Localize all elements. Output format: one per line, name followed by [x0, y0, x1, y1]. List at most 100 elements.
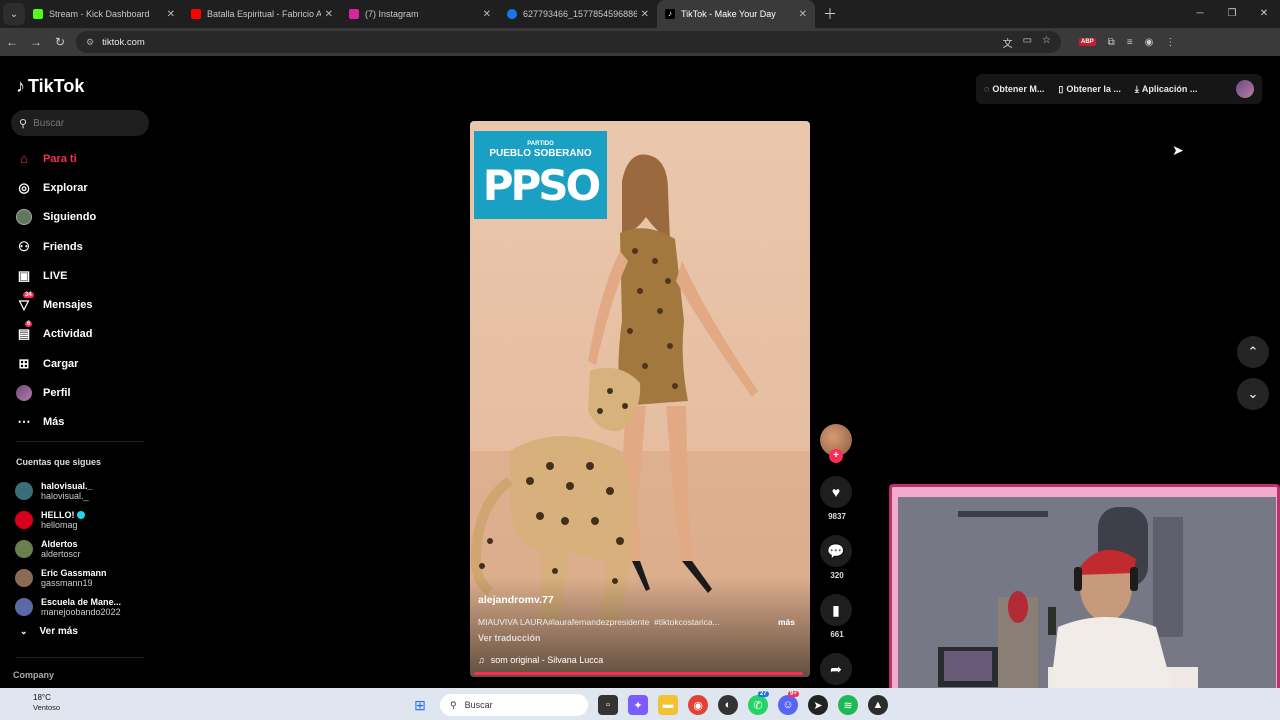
sidebar-item-friends[interactable]: ⚇ Friends	[16, 232, 156, 261]
obs-icon[interactable]: ◐	[718, 695, 738, 715]
close-tab-icon[interactable]: ✕	[799, 9, 807, 20]
following-account[interactable]: Escuela de Mane... manejoobando2022	[15, 593, 155, 622]
tab-title: (7) Instagram	[365, 9, 419, 19]
avatar	[15, 510, 33, 529]
task-view-icon[interactable]: ▫	[598, 695, 618, 715]
tiktok-note-icon: ♪	[16, 76, 25, 96]
close-window-icon[interactable]: ✕	[1248, 0, 1280, 28]
spotify-icon[interactable]: ≋	[838, 695, 858, 715]
sidebar-item-mas[interactable]: ⋯ Más	[16, 408, 156, 437]
bookmark-icon[interactable]: ▮	[820, 594, 852, 626]
creator-avatar[interactable]: +	[820, 424, 852, 463]
browser-tab[interactable]: (7) Instagram ✕	[341, 0, 499, 28]
discord-icon[interactable]: ☺ 9+	[778, 691, 799, 715]
sidebar-item-cargar[interactable]: ⊞ Cargar	[16, 349, 156, 378]
video-player[interactable]: PARTIDO PUEBLO SOBERANO PPSO alejandromv…	[470, 121, 810, 677]
mouse-cursor-icon: ➤	[1172, 142, 1184, 158]
next-video-button[interactable]: ⌄	[1237, 378, 1269, 410]
party-logo: PARTIDO PUEBLO SOBERANO PPSO	[474, 131, 607, 219]
sidebar-item-actividad[interactable]: ▤ 6 Actividad	[16, 320, 156, 349]
discord-badge: 9+	[788, 691, 799, 697]
sidebar-item-mensajes[interactable]: ▽ 34 Mensajes	[16, 290, 156, 319]
follow-plus-icon[interactable]: +	[829, 449, 843, 463]
see-more-button[interactable]: ⌄ Ver más	[20, 626, 78, 637]
browser-tab[interactable]: 627793466_1577854596886167 ✕	[499, 0, 657, 28]
back-icon[interactable]: ←	[0, 35, 24, 49]
comment-icon[interactable]: 💬	[820, 535, 852, 567]
browser-tab-active[interactable]: ♪ TikTok - Make Your Day ✕	[657, 0, 815, 28]
file-explorer-icon[interactable]: ▬	[658, 695, 678, 715]
save-action[interactable]: ▮ 661	[820, 594, 854, 639]
video-actions: + ♥ 9837 💬 320 ▮ 661 ➦ 4696	[820, 424, 854, 698]
extensions-puzzle-icon[interactable]: ⧉	[1108, 37, 1115, 48]
site-info-icon[interactable]: ⚙	[86, 37, 94, 48]
media-app-icon[interactable]: ➤	[808, 695, 828, 715]
following-account[interactable]: Aldertos aldertoscr	[15, 534, 155, 563]
video-author[interactable]: alejandromv.77	[478, 594, 554, 606]
webcam-overlay	[889, 484, 1280, 716]
windows-start-icon[interactable]: ⊞	[410, 695, 430, 715]
following-account[interactable]: Eric Gassmann gassmann19	[15, 564, 155, 593]
forward-icon[interactable]: →	[24, 35, 48, 49]
following-account[interactable]: HELLO! hellomag	[15, 505, 155, 534]
translate-icon[interactable]: 文	[1003, 35, 1013, 50]
company-link[interactable]: Company	[13, 670, 54, 680]
close-tab-icon[interactable]: ✕	[641, 9, 649, 20]
browser-menu-icon[interactable]: ⋮	[1165, 37, 1175, 48]
webcam-feed	[898, 497, 1276, 709]
sidebar-item-live[interactable]: ▣ LIVE	[16, 261, 156, 290]
minimize-icon[interactable]: ─	[1184, 0, 1216, 28]
taskbar-search[interactable]: ⚲ Buscar	[440, 694, 588, 716]
get-app-button[interactable]: ▯ Obtener la ...	[1058, 84, 1120, 95]
sidebar-item-label: Friends	[43, 240, 83, 253]
translate-button[interactable]: Ver traducción	[478, 633, 541, 643]
sidebar-item-siguiendo[interactable]: Siguiendo	[16, 203, 156, 232]
following-section-title: Cuentas que sigues	[16, 457, 102, 467]
close-tab-icon[interactable]: ✕	[483, 9, 491, 20]
sidebar-item-label: Perfil	[43, 387, 71, 400]
like-action[interactable]: ♥ 9837	[820, 476, 854, 521]
tab-search-button[interactable]: ⌄	[3, 3, 25, 25]
sound-link[interactable]: ♫ som original - Silvana Lucca	[478, 655, 603, 665]
browser-tab[interactable]: Stream - Kick Dashboard ✕	[25, 0, 183, 28]
music-note-icon: ♫	[478, 655, 485, 665]
tiktok-logo[interactable]: ♪ TikTok	[16, 76, 84, 97]
whatsapp-icon[interactable]: ✆ 27	[748, 691, 769, 715]
sidebar-item-perfil[interactable]: Perfil	[16, 378, 156, 407]
sidebar-item-explorar[interactable]: ◎ Explorar	[16, 173, 156, 202]
sidebar-item-label: Explorar	[43, 181, 88, 194]
heart-icon[interactable]: ♥	[820, 476, 852, 508]
adblock-extension-icon[interactable]: ABP	[1079, 38, 1096, 46]
caption-more-button[interactable]: más	[778, 617, 795, 627]
previous-video-button[interactable]: ⌃	[1237, 336, 1269, 368]
restore-icon[interactable]: ❐	[1216, 0, 1248, 28]
search-input[interactable]: ⚲ Buscar	[11, 110, 149, 136]
sidebar-item-para-ti[interactable]: ⌂ Para ti	[16, 144, 156, 173]
profile-avatar-icon[interactable]: ◉	[1145, 37, 1154, 48]
weather-widget[interactable]: 18°C Ventoso	[33, 693, 60, 713]
share-icon[interactable]: ➦	[820, 653, 852, 685]
comment-action[interactable]: 💬 320	[820, 535, 854, 580]
chrome-icon[interactable]: ◉	[688, 695, 708, 715]
copilot-icon[interactable]: ✦	[628, 695, 648, 715]
phone-icon: ▯	[1058, 83, 1064, 94]
search-placeholder: Buscar	[33, 117, 65, 129]
close-tab-icon[interactable]: ✕	[167, 9, 175, 20]
cast-icon[interactable]: ▭	[1023, 35, 1032, 50]
user-avatar[interactable]	[1236, 80, 1254, 98]
browser-tab[interactable]: Batalla Espiritual - Fabricio Alvarado ✕	[183, 0, 341, 28]
video-progress-bar[interactable]	[474, 672, 806, 675]
address-bar[interactable]: ⚙ tiktok.com 文 ▭ ☆	[76, 31, 1061, 53]
download-app-button[interactable]: ⤓ Aplicación ...	[1135, 84, 1198, 95]
following-account[interactable]: halovisual._ halovisual._	[15, 476, 155, 505]
bookmark-star-icon[interactable]: ☆	[1042, 35, 1051, 50]
close-tab-icon[interactable]: ✕	[325, 9, 333, 20]
new-tab-icon[interactable]: ＋	[823, 4, 837, 24]
sidebar-item-label: Mensajes	[43, 299, 93, 312]
reload-icon[interactable]: ↻	[48, 35, 72, 49]
avatar	[15, 481, 33, 500]
youtube-favicon-icon	[191, 9, 201, 19]
get-coins-button[interactable]: ◌ Obtener M...	[984, 84, 1044, 94]
media-control-icon[interactable]: ≡	[1127, 37, 1133, 48]
game-launcher-icon[interactable]: ▲	[868, 695, 888, 715]
